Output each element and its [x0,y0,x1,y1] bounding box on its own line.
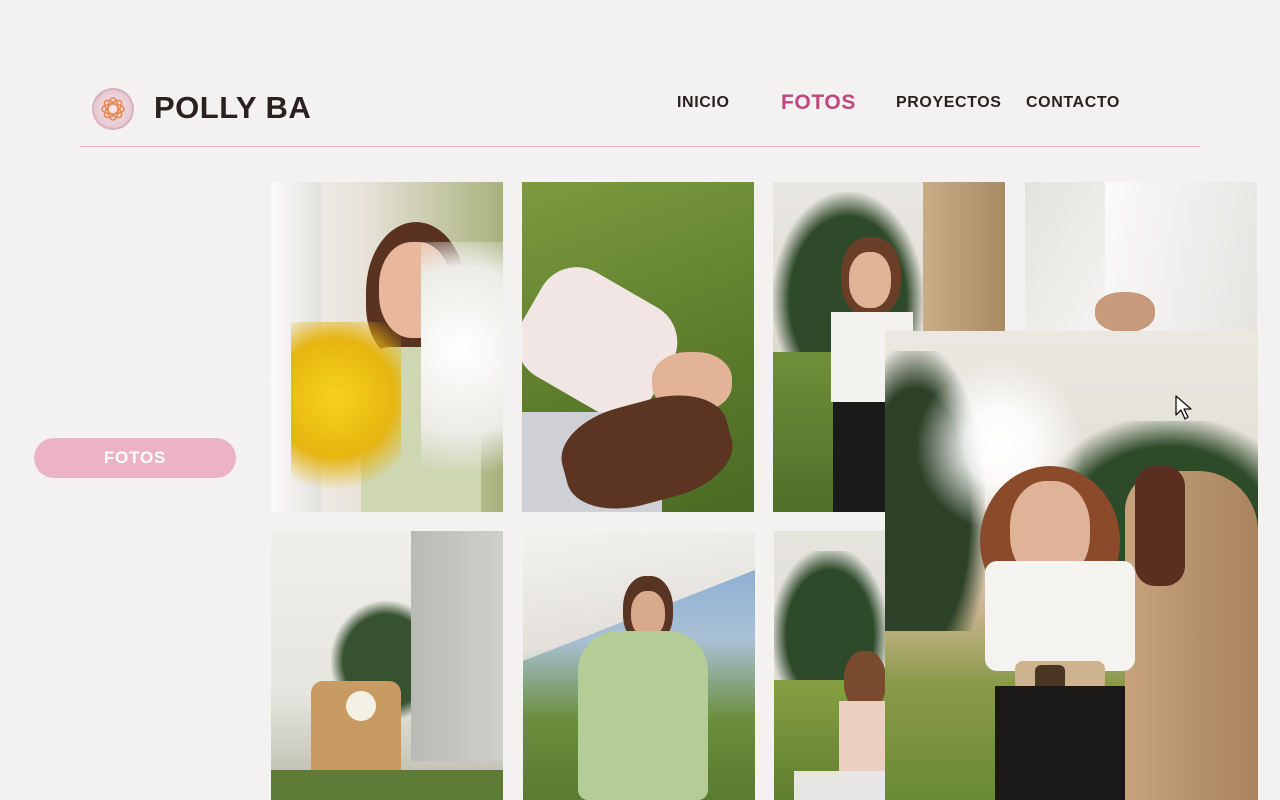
nav-proyectos[interactable]: PROYECTOS [896,94,1002,112]
flower-icon[interactable] [92,88,134,130]
photo-straw-bag-hat[interactable] [271,531,503,800]
photo-woman-green-dress-crouching[interactable] [523,531,755,800]
photo-woman-white-curtain[interactable] [1025,182,1257,332]
photo-preview-woman-horse-sunset[interactable] [885,331,1258,800]
nav-contacto[interactable]: CONTACTO [1026,94,1120,112]
photo-woman-lying-grass[interactable] [522,182,754,512]
nav-inicio[interactable]: INICIO [677,94,730,112]
sidebar-fotos-button[interactable]: FOTOS [34,438,236,478]
nav-fotos[interactable]: FOTOS [781,91,856,115]
photo-woman-sitting-field[interactable] [774,531,886,800]
photo-woman-yellow-flowers[interactable] [271,182,503,512]
brand-name[interactable]: POLLY BA [154,90,311,126]
site-header: POLLY BA INICIO FOTOS PROYECTOS CONTACTO [80,82,1200,147]
